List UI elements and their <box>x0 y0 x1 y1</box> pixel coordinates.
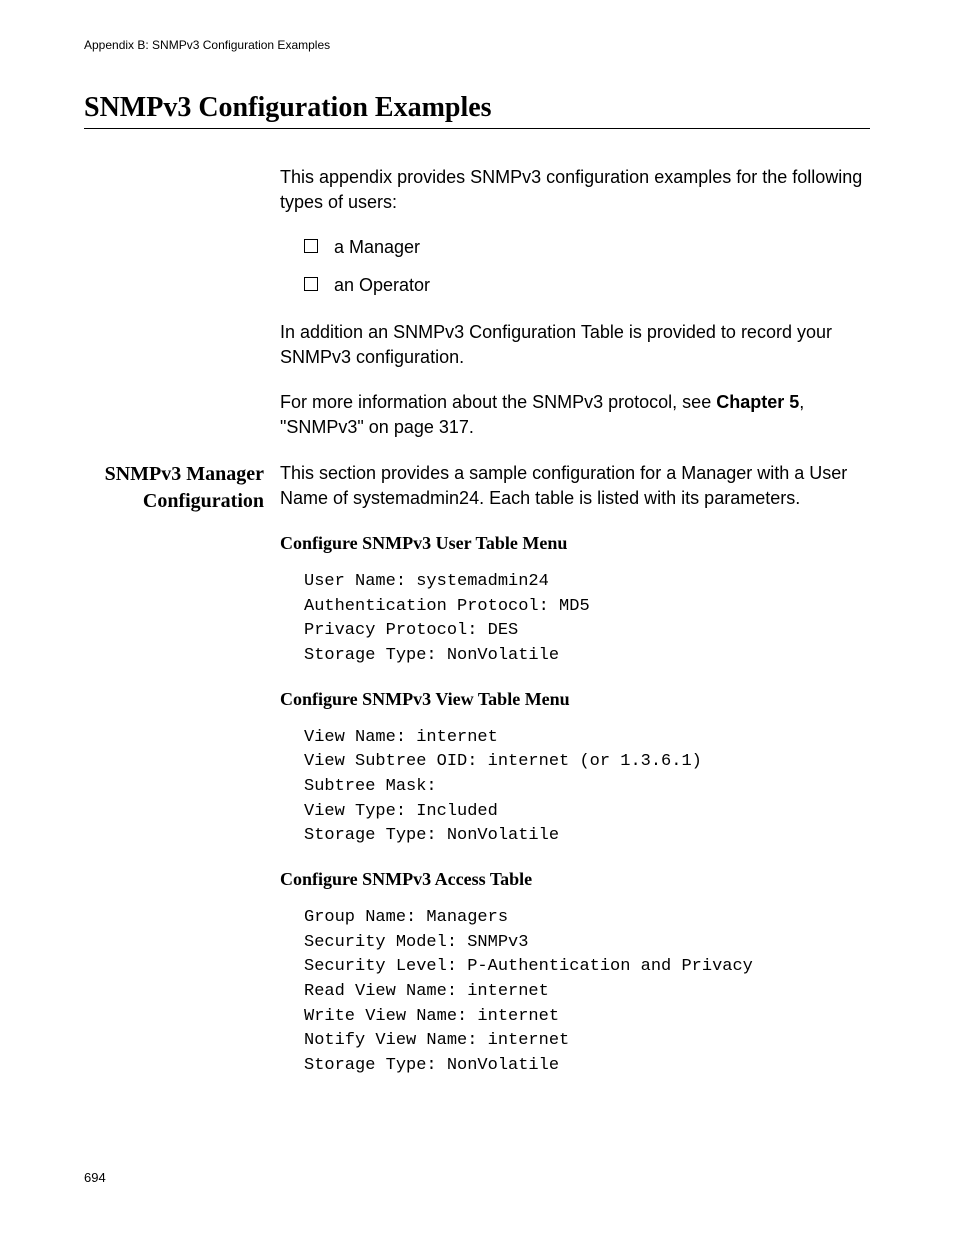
access-table-config: Group Name: Managers Security Model: SNM… <box>304 906 870 1078</box>
additional-info-paragraph: In addition an SNMPv3 Configuration Tabl… <box>280 320 870 370</box>
checkbox-icon <box>304 239 318 253</box>
more-info-pre: For more information about the SNMPv3 pr… <box>280 392 716 412</box>
checkbox-icon <box>304 277 318 291</box>
page-title: SNMPv3 Configuration Examples <box>84 92 870 129</box>
section-intro-paragraph: This section provides a sample configura… <box>280 461 870 511</box>
more-info-paragraph: For more information about the SNMPv3 pr… <box>280 390 870 440</box>
chapter-reference: Chapter 5 <box>716 392 799 412</box>
content-area: This appendix provides SNMPv3 configurat… <box>84 165 870 1097</box>
access-table-heading: Configure SNMPv3 Access Table <box>280 867 870 892</box>
user-table-config: User Name: systemadmin24 Authentication … <box>304 570 870 669</box>
list-item: an Operator <box>304 273 870 298</box>
list-item-label: an Operator <box>334 275 430 295</box>
list-item: a Manager <box>304 235 870 260</box>
running-header: Appendix B: SNMPv3 Configuration Example… <box>84 38 870 52</box>
user-table-heading: Configure SNMPv3 User Table Menu <box>280 531 870 556</box>
view-table-heading: Configure SNMPv3 View Table Menu <box>280 687 870 712</box>
page-number: 694 <box>84 1170 106 1185</box>
user-types-list: a Manager an Operator <box>304 235 870 297</box>
sidebar-heading: SNMPv3 Manager Configuration <box>84 461 264 515</box>
intro-paragraph: This appendix provides SNMPv3 configurat… <box>280 165 870 215</box>
list-item-label: a Manager <box>334 237 420 257</box>
view-table-config: View Name: internet View Subtree OID: in… <box>304 726 870 849</box>
